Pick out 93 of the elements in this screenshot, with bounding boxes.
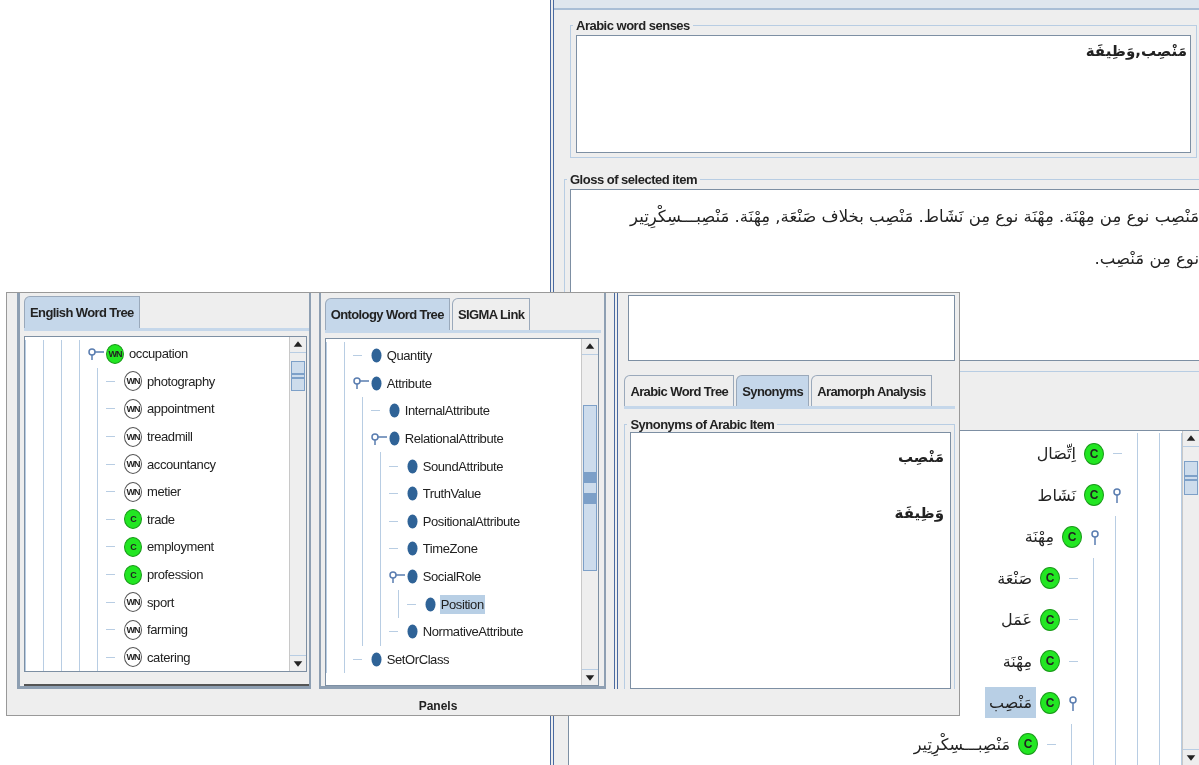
expand-handle-icon[interactable] — [88, 347, 104, 360]
tree-item[interactable]: مِهْنَة — [998, 645, 1036, 677]
node-badge: WN — [124, 371, 142, 392]
node-icon — [388, 403, 400, 419]
tree-item[interactable]: مِهْنَة — [1020, 521, 1058, 553]
scroll-thumb[interactable] — [1184, 461, 1198, 495]
tree-item[interactable]: catering — [146, 647, 192, 667]
scrollbar[interactable] — [581, 339, 599, 685]
node-badge: C — [124, 564, 142, 585]
tree-item[interactable]: Quantity — [385, 346, 433, 366]
node-icon — [424, 596, 436, 612]
tree-item[interactable]: SoundAttribute — [421, 456, 505, 476]
list-item[interactable]: مَنْصِب — [631, 443, 944, 471]
node-badge: WN — [124, 399, 142, 419]
senses-field[interactable]: مَنْصِب,وَظِيفَة — [576, 35, 1191, 153]
node-badge: WN — [106, 343, 124, 364]
expand-handle-icon[interactable] — [1068, 694, 1078, 711]
tab[interactable]: SIGMA Link — [451, 298, 531, 330]
node-badge: C — [1040, 608, 1060, 631]
node-badge: C — [124, 509, 142, 530]
node-badge: WN — [124, 426, 142, 447]
tree-item[interactable]: Attribute — [385, 373, 433, 393]
tree-item[interactable]: صَنْعَة — [993, 562, 1036, 594]
section-title: Synonyms of Arabic Item — [629, 417, 776, 432]
tree-item[interactable]: treadmill — [146, 427, 194, 447]
expand-handle-icon[interactable] — [370, 432, 387, 445]
node-badge: C — [1062, 525, 1082, 548]
tree-item[interactable]: RelationalAttribute — [403, 429, 505, 449]
section-title: Gloss of selected item — [569, 172, 698, 187]
section-title: Arabic word senses — [575, 18, 691, 33]
tree-item[interactable]: farming — [146, 620, 189, 640]
tree-item[interactable]: profession — [146, 565, 204, 585]
node-badge: C — [1040, 567, 1060, 590]
node-icon — [406, 486, 418, 502]
list-item[interactable]: وَظِيفَة — [631, 499, 944, 527]
tree-item[interactable]: Position — [439, 594, 485, 614]
tab[interactable]: Ontology Word Tree — [324, 298, 450, 330]
expand-handle-icon[interactable] — [388, 570, 405, 583]
scrollbar[interactable] — [288, 337, 306, 671]
tree-item[interactable]: metier — [146, 482, 182, 502]
node-icon — [406, 569, 418, 585]
scroll-thumb[interactable] — [290, 361, 305, 391]
node-badge: C — [1040, 650, 1060, 673]
node-badge: WN — [124, 454, 142, 475]
expand-handle-icon[interactable] — [1112, 487, 1122, 504]
tree-item[interactable]: InternalAttribute — [403, 401, 491, 421]
tab[interactable]: Synonyms — [736, 375, 810, 406]
tree-item[interactable]: photography — [146, 371, 216, 391]
node-badge: WN — [124, 619, 142, 640]
tree-item[interactable]: SocialRole — [421, 567, 482, 587]
panel-caption: Panels — [418, 699, 458, 715]
tab[interactable]: Arabic Word Tree — [624, 375, 735, 406]
tree-item[interactable]: trade — [146, 509, 176, 529]
node-badge: WN — [124, 647, 142, 668]
tree-item[interactable]: نَشَاط — [1033, 479, 1080, 511]
node-badge: WN — [124, 592, 142, 613]
node-badge: C — [124, 536, 142, 557]
tree-item[interactable]: TimeZone — [421, 539, 479, 559]
scroll-thumb[interactable] — [583, 405, 598, 571]
node-icon — [406, 624, 418, 640]
node-icon — [388, 431, 400, 447]
node-icon — [406, 513, 418, 529]
tree-item[interactable]: accountancy — [146, 454, 217, 474]
gloss-line: نوع مِن مَنْصِب. — [1093, 248, 1199, 271]
tab[interactable]: English Word Tree — [24, 296, 140, 328]
node-badge: WN — [124, 481, 142, 502]
tree-item[interactable]: اِتِّصَال — [1032, 438, 1080, 470]
node-icon — [406, 458, 418, 474]
node-icon — [370, 651, 382, 667]
text-area[interactable] — [628, 295, 955, 361]
tree-item[interactable]: NormativeAttribute — [421, 622, 525, 642]
gloss-line: مَنْصِب نوع مِن مِهْنَة. مِهْنَة نوع مِن نَشَاط. مَنْصِب بخلاف صَنْعَة, مِهْنَة. مَنْصِبـــسِكْرِتِير — [628, 204, 1199, 230]
tree-item[interactable]: TruthValue — [421, 484, 482, 504]
node-icon — [406, 541, 418, 557]
tree-item[interactable]: sport — [146, 592, 175, 612]
node-badge: C — [1084, 484, 1104, 507]
tree-item[interactable]: employment — [146, 537, 215, 557]
expand-handle-icon[interactable] — [1090, 528, 1100, 545]
tree-item[interactable]: مَنْصِبـــسِكْرِتِير — [909, 728, 1014, 760]
node-badge: C — [1084, 442, 1104, 465]
node-icon — [370, 375, 382, 391]
expand-handle-icon[interactable] — [352, 377, 369, 390]
tree-item[interactable]: مَنْصِب — [985, 687, 1036, 719]
tree-item[interactable]: occupation — [128, 344, 189, 364]
tree-item[interactable]: عَمَل — [997, 604, 1036, 636]
tree-item[interactable]: SetOrClass — [385, 649, 451, 669]
tree-item[interactable]: appointment — [146, 399, 216, 419]
tab[interactable]: Aramorph Analysis — [811, 375, 932, 406]
tree-item[interactable]: PositionalAttribute — [421, 511, 521, 531]
node-icon — [370, 348, 382, 364]
node-badge: C — [1040, 691, 1060, 714]
scrollbar[interactable] — [1182, 431, 1199, 765]
node-badge: C — [1018, 733, 1038, 756]
